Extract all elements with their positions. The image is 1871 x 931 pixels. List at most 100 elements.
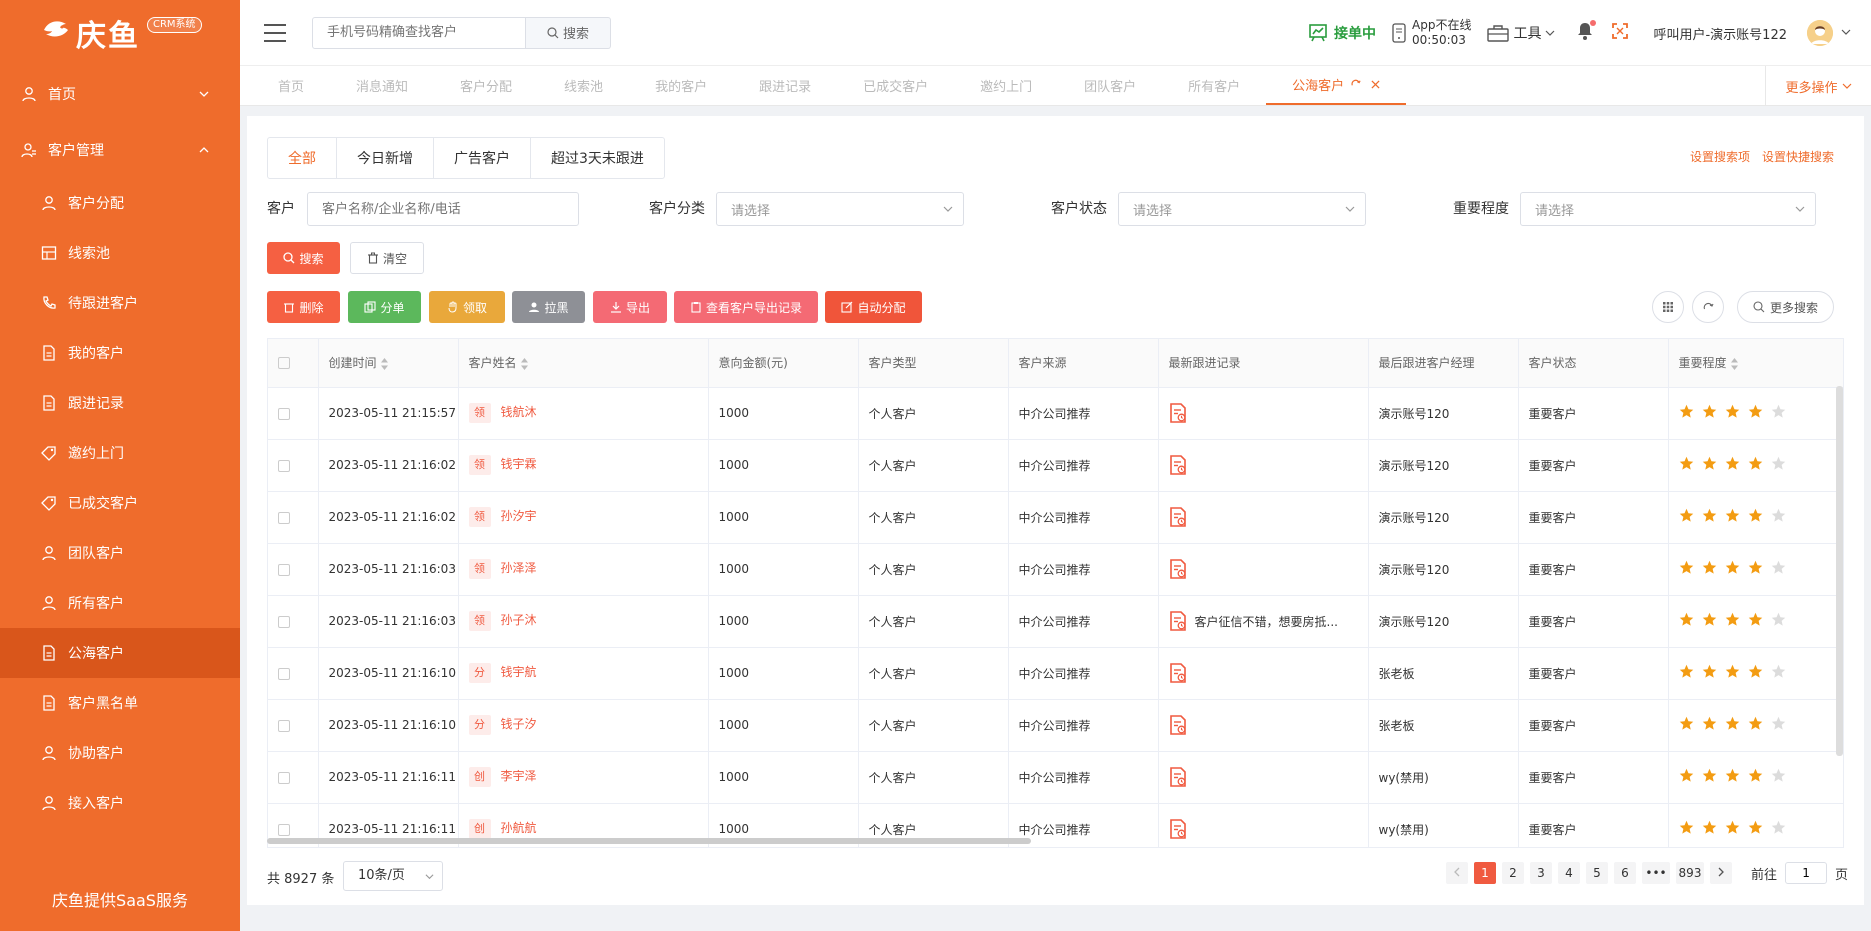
current-user[interactable]: 呼叫用户-演示账号122 xyxy=(1653,24,1787,43)
tab-10[interactable]: 公海客户 xyxy=(1266,66,1407,105)
row-checkbox[interactable] xyxy=(278,459,290,472)
tab-0[interactable]: 首页 xyxy=(252,66,330,105)
sidebar-item-13[interactable]: 协助客户 xyxy=(0,728,240,778)
search-button[interactable]: 搜索 xyxy=(267,242,340,274)
filter-tab-1[interactable]: 今日新增 xyxy=(337,138,434,178)
row-select[interactable] xyxy=(268,751,319,804)
follow-record-icon[interactable] xyxy=(1169,403,1187,423)
follow-record-icon[interactable] xyxy=(1169,507,1187,527)
tab-7[interactable]: 邀约上门 xyxy=(954,66,1058,105)
tab-close-icon[interactable] xyxy=(1371,78,1380,92)
set-search-items-link[interactable]: 设置搜索项 xyxy=(1690,148,1750,165)
row-select[interactable] xyxy=(268,647,319,700)
tab-9[interactable]: 所有客户 xyxy=(1162,66,1266,105)
category-select[interactable]: 请选择 xyxy=(716,192,964,226)
phone-search-button[interactable]: 搜索 xyxy=(526,16,611,49)
row-select[interactable] xyxy=(268,543,319,596)
filter-tab-2[interactable]: 广告客户 xyxy=(434,138,531,178)
row-checkbox[interactable] xyxy=(278,667,290,680)
tab-8[interactable]: 团队客户 xyxy=(1058,66,1162,105)
sidebar-item-1[interactable]: 客户管理 xyxy=(0,122,240,178)
customer-name-link[interactable]: 孙汐宇 xyxy=(501,509,537,523)
row-checkbox[interactable] xyxy=(278,615,290,628)
header-importance[interactable]: 重要程度 xyxy=(1668,339,1843,388)
sidebar-item-9[interactable]: 团队客户 xyxy=(0,528,240,578)
table-row[interactable]: 2023-05-11 21:15:57 领钱航沐 1000 个人客户 中介公司推荐 演示账… xyxy=(268,387,1843,440)
follow-record-icon[interactable] xyxy=(1169,455,1187,475)
more-operations-button[interactable]: 更多操作 xyxy=(1765,66,1871,106)
page-5[interactable]: 6 xyxy=(1614,862,1636,884)
customer-name-link[interactable]: 钱宇航 xyxy=(501,665,537,679)
follow-record-icon[interactable] xyxy=(1169,819,1187,839)
export-log-button[interactable]: 查看客户导出记录 xyxy=(674,291,818,323)
row-checkbox[interactable] xyxy=(278,511,290,524)
importance-select[interactable]: 请选择 xyxy=(1520,192,1816,226)
sidebar-item-5[interactable]: 我的客户 xyxy=(0,328,240,378)
more-search-button[interactable]: 更多搜索 xyxy=(1737,291,1834,323)
tab-3[interactable]: 线索池 xyxy=(538,66,629,105)
menu-toggle-icon[interactable] xyxy=(264,23,286,42)
tab-1[interactable]: 消息通知 xyxy=(330,66,434,105)
filter-tab-0[interactable]: 全部 xyxy=(268,138,337,178)
follow-record-icon[interactable] xyxy=(1169,611,1187,631)
sidebar-item-3[interactable]: 线索池 xyxy=(0,228,240,278)
table-row[interactable]: 2023-05-11 21:16:02 领钱宇霖 1000 个人客户 中介公司推荐 演示账… xyxy=(268,439,1843,492)
tools-menu[interactable]: 工具 xyxy=(1487,23,1555,43)
row-checkbox[interactable] xyxy=(278,407,290,420)
page-0[interactable]: 1 xyxy=(1474,862,1496,884)
sort-icon[interactable] xyxy=(1730,357,1738,370)
avatar[interactable] xyxy=(1807,20,1833,46)
order-status[interactable]: 接单中 xyxy=(1308,23,1376,43)
sidebar-item-10[interactable]: 所有客户 xyxy=(0,578,240,628)
follow-record-icon[interactable] xyxy=(1169,767,1187,787)
row-checkbox[interactable] xyxy=(278,719,290,732)
table-row[interactable]: 2023-05-11 21:16:03 领孙泽泽 1000 个人客户 中介公司推荐 演示账… xyxy=(268,543,1843,596)
row-select[interactable] xyxy=(268,699,319,752)
customer-name-link[interactable]: 钱航沐 xyxy=(501,405,537,419)
tab-refresh-icon[interactable] xyxy=(1350,78,1361,92)
table-row[interactable]: 2023-05-11 21:16:11 创李宇泽 1000 个人客户 中介公司推荐 wy(… xyxy=(268,751,1843,804)
user-menu-chevron-icon[interactable] xyxy=(1841,26,1851,41)
table-row[interactable]: 2023-05-11 21:16:10 分钱宇航 1000 个人客户 中介公司推荐 张老板… xyxy=(268,647,1843,700)
select-all-checkbox[interactable] xyxy=(278,357,290,370)
follow-record-icon[interactable] xyxy=(1169,715,1187,735)
table-row[interactable]: 2023-05-11 21:16:03 领孙子沐 1000 个人客户 中介公司推荐 客户征… xyxy=(268,595,1843,648)
sort-icon[interactable] xyxy=(380,357,388,370)
tab-6[interactable]: 已成交客户 xyxy=(837,66,954,105)
row-checkbox[interactable] xyxy=(278,563,290,576)
customer-name-link[interactable]: 孙泽泽 xyxy=(501,561,537,575)
row-select[interactable] xyxy=(268,491,319,544)
row-select[interactable] xyxy=(268,595,319,648)
sidebar-item-4[interactable]: 待跟进客户 xyxy=(0,278,240,328)
row-checkbox[interactable] xyxy=(278,771,290,784)
delete-button[interactable]: 删除 xyxy=(267,291,340,323)
blacklist-button[interactable]: 拉黑 xyxy=(512,291,585,323)
sidebar-item-7[interactable]: 邀约上门 xyxy=(0,428,240,478)
clear-button[interactable]: 清空 xyxy=(350,242,424,274)
sort-icon[interactable] xyxy=(520,357,528,370)
row-checkbox[interactable] xyxy=(278,823,290,836)
auto-assign-button[interactable]: 自动分配 xyxy=(825,291,922,323)
sidebar-item-8[interactable]: 已成交客户 xyxy=(0,478,240,528)
header-customer-name[interactable]: 客户姓名 xyxy=(458,339,709,388)
tab-4[interactable]: 我的客户 xyxy=(629,66,733,105)
sidebar-item-12[interactable]: 客户黑名单 xyxy=(0,678,240,728)
table-row[interactable]: 2023-05-11 21:16:10 分钱子汐 1000 个人客户 中介公司推荐 张老板… xyxy=(268,699,1843,752)
page-size-select[interactable]: 10条/页 xyxy=(343,861,443,891)
follow-record-icon[interactable] xyxy=(1169,663,1187,683)
row-select[interactable] xyxy=(268,439,319,492)
row-select[interactable] xyxy=(268,387,319,440)
tab-2[interactable]: 客户分配 xyxy=(434,66,538,105)
page-2[interactable]: 3 xyxy=(1530,862,1552,884)
sidebar-item-6[interactable]: 跟进记录 xyxy=(0,378,240,428)
status-select[interactable]: 请选择 xyxy=(1118,192,1366,226)
sidebar-item-11[interactable]: 公海客户 xyxy=(0,628,240,678)
customer-name-link[interactable]: 钱宇霖 xyxy=(501,457,537,471)
tab-5[interactable]: 跟进记录 xyxy=(733,66,837,105)
filter-tab-3[interactable]: 超过3天未跟进 xyxy=(531,138,664,178)
header-select-all[interactable] xyxy=(268,339,319,388)
header-created-time[interactable]: 创建时间 xyxy=(318,339,459,388)
follow-record-icon[interactable] xyxy=(1169,559,1187,579)
next-page-icon[interactable] xyxy=(1710,862,1732,884)
set-quick-search-link[interactable]: 设置快捷搜索 xyxy=(1762,148,1834,165)
